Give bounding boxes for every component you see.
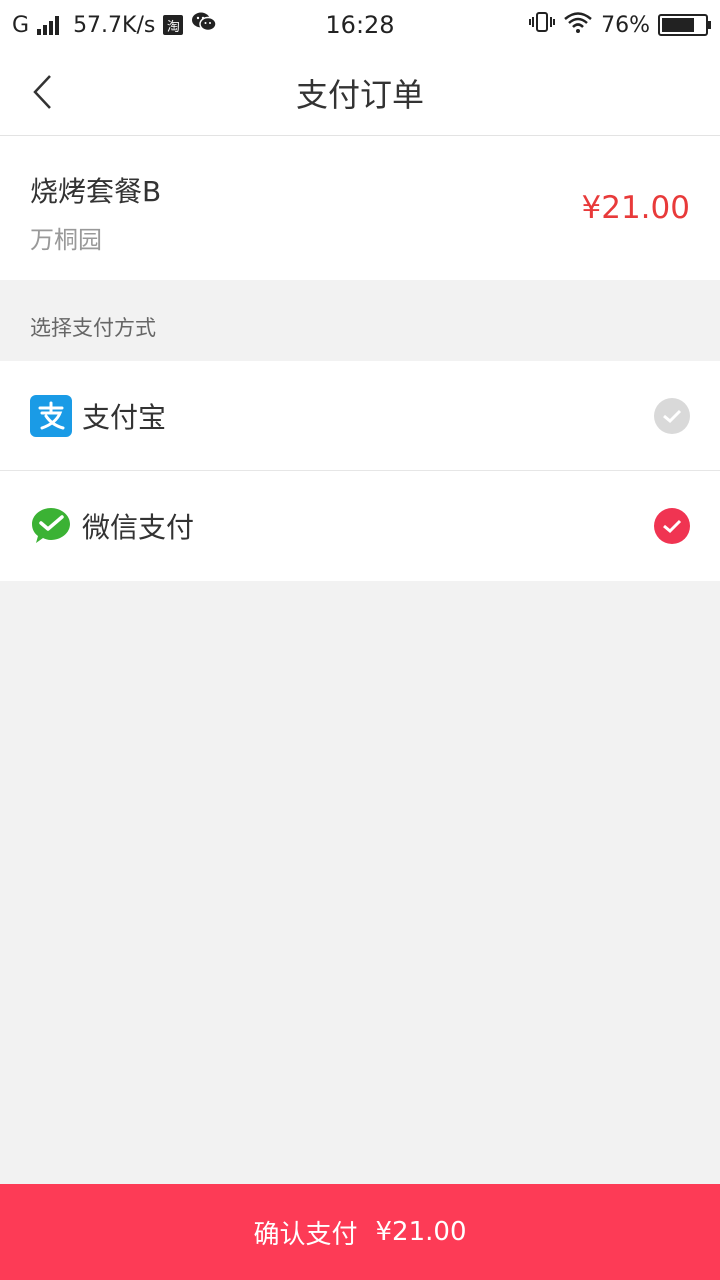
network-speed: 57.7K/s bbox=[73, 12, 156, 38]
payment-option-wechat[interactable]: 微信支付 bbox=[0, 471, 720, 581]
nav-bar: 支付订单 bbox=[0, 50, 720, 136]
payment-method-list: 支付宝 微信支付 bbox=[0, 361, 720, 581]
alipay-icon bbox=[30, 394, 72, 437]
confirm-pay-amount: ¥21.00 bbox=[375, 1217, 467, 1247]
confirm-pay-button[interactable]: 确认支付 ¥21.00 bbox=[0, 1184, 720, 1280]
signal-icon bbox=[37, 15, 60, 35]
status-right: 76% bbox=[529, 11, 711, 39]
vibrate-icon bbox=[529, 11, 556, 39]
order-shop: 万桐园 bbox=[30, 226, 102, 254]
wechat-pay-icon bbox=[30, 505, 72, 547]
order-summary: 烧烤套餐B 万桐园 ¥21.00 bbox=[0, 136, 720, 280]
order-price: ¥21.00 bbox=[581, 190, 690, 226]
chevron-left-icon bbox=[33, 75, 51, 109]
radio-checked-icon[interactable] bbox=[654, 508, 690, 544]
network-type: G bbox=[12, 12, 30, 38]
battery-percent: 76% bbox=[601, 12, 650, 38]
payment-option-alipay[interactable]: 支付宝 bbox=[0, 361, 720, 471]
taobao-icon: 淘 bbox=[163, 15, 184, 35]
status-bar: G 57.7K/s 淘 16:28 76% bbox=[0, 0, 720, 50]
wifi-icon bbox=[563, 11, 593, 39]
order-name: 烧烤套餐B bbox=[30, 175, 162, 208]
battery-icon bbox=[658, 14, 711, 36]
payment-option-label: 微信支付 bbox=[82, 511, 195, 544]
page-title: 支付订单 bbox=[295, 75, 424, 114]
status-left: G 57.7K/s 淘 bbox=[12, 11, 529, 39]
confirm-pay-label: 确认支付 bbox=[253, 1219, 358, 1250]
radio-unchecked-icon[interactable] bbox=[654, 398, 690, 434]
back-button[interactable] bbox=[22, 72, 62, 112]
payment-section-label: 选择支付方式 bbox=[30, 316, 156, 340]
payment-option-label: 支付宝 bbox=[82, 400, 167, 434]
wechat-notify-icon bbox=[191, 11, 218, 39]
